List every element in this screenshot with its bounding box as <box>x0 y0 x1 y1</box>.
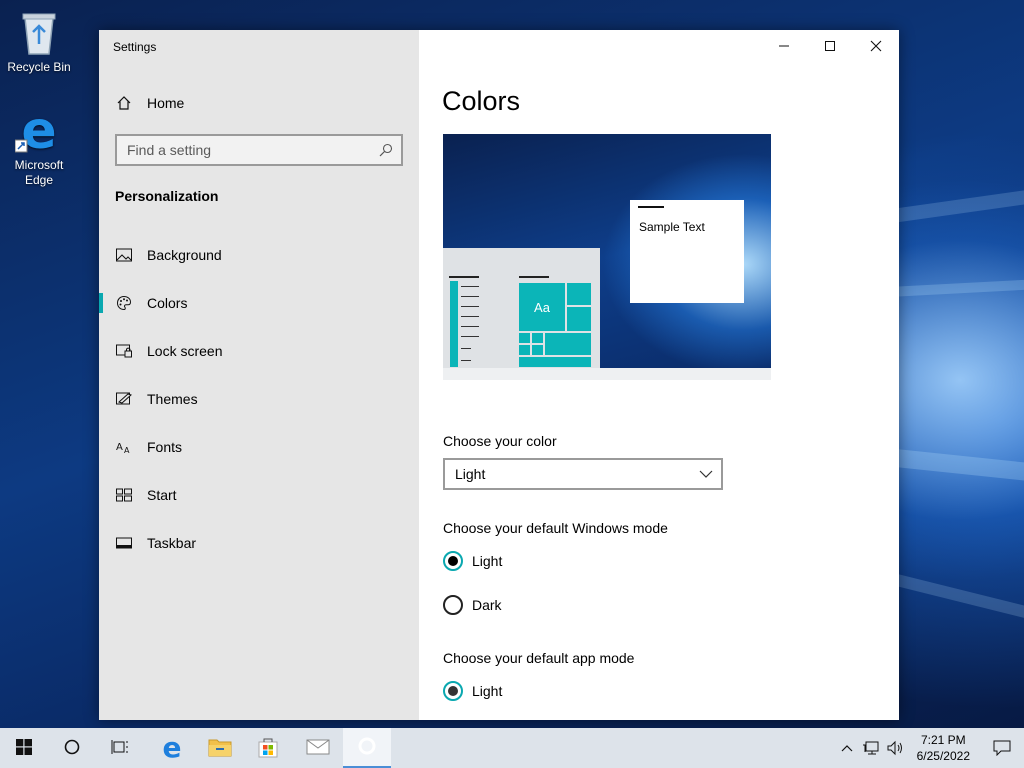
desktop-icon-label: Recycle Bin <box>7 60 71 74</box>
cortana-circle-icon <box>64 739 80 758</box>
nav-item-lock-screen[interactable]: Lock screen <box>99 331 419 371</box>
theme-preview: Aa Sample Text <box>443 134 771 380</box>
clock-time: 7:21 PM <box>920 733 966 747</box>
nav-item-label: Taskbar <box>147 535 197 551</box>
gear-icon <box>357 736 377 759</box>
app-mode-label: Choose your default app mode <box>443 650 635 666</box>
windows-logo-icon <box>16 738 32 758</box>
task-view-icon <box>111 739 129 758</box>
desktop-icon-recycle-bin[interactable]: Recycle Bin <box>1 8 77 75</box>
notification-icon[interactable] <box>980 740 1024 756</box>
task-view-button[interactable] <box>96 728 144 768</box>
taskbar-mail-button[interactable] <box>294 728 342 768</box>
settings-window: Settings Home Find a setting Personaliza… <box>99 30 899 720</box>
svg-text:A: A <box>124 446 130 454</box>
minimize-button[interactable] <box>761 30 807 62</box>
nav-item-start[interactable]: Start <box>99 475 419 515</box>
chevron-up-icon[interactable] <box>835 744 859 752</box>
network-icon[interactable] <box>859 740 883 756</box>
fonts-icon: AA <box>115 438 133 456</box>
taskbar-file-explorer-button[interactable] <box>196 728 244 768</box>
taskbar-edge-button[interactable]: e <box>148 728 196 768</box>
search-input[interactable]: Find a setting <box>115 134 403 166</box>
radio-circle <box>443 681 463 701</box>
palette-icon <box>115 294 133 312</box>
page-title: Colors <box>442 86 521 116</box>
desktop-icon-label: Microsoft Edge <box>14 158 64 187</box>
taskbar-store-button[interactable] <box>244 728 292 768</box>
preview-start-menu: Aa <box>443 248 600 368</box>
nav-item-label: Fonts <box>147 439 183 455</box>
settings-content-pane: Colors Aa Sample Text Choose your color … <box>419 30 899 720</box>
chevron-down-icon <box>691 470 721 478</box>
system-tray: 7:21 PM 6/25/2022 <box>835 728 1024 768</box>
dropdown-value: Light <box>455 466 486 482</box>
lock-screen-icon <box>115 342 133 360</box>
nav-item-label: Lock screen <box>147 343 223 359</box>
start-button[interactable] <box>0 728 48 768</box>
taskbar-settings-button[interactable] <box>343 728 391 768</box>
preview-tile-text: Aa <box>534 299 550 315</box>
nav-item-label: Background <box>147 247 222 263</box>
windows-mode-label: Choose your default Windows mode <box>443 520 668 536</box>
themes-icon <box>115 390 133 408</box>
taskbar-icon <box>115 534 133 552</box>
preview-sample-text: Sample Text <box>639 220 705 234</box>
recycle-bin-icon <box>19 8 59 56</box>
nav-item-label: Themes <box>147 391 198 407</box>
nav-item-label: Start <box>147 487 177 503</box>
nav-item-label: Colors <box>147 295 188 311</box>
maximize-button[interactable] <box>807 30 853 62</box>
windows-mode-light-radio[interactable]: Light <box>443 551 502 571</box>
desktop-icon-microsoft-edge[interactable]: e Microsoft Edge <box>1 101 77 188</box>
clock-date: 6/25/2022 <box>916 749 970 763</box>
mail-icon <box>306 738 330 759</box>
edge-icon: e <box>14 101 63 161</box>
nav-item-fonts[interactable]: AA Fonts <box>99 427 419 467</box>
nav-item-label: Home <box>147 95 185 111</box>
nav-item-themes[interactable]: Themes <box>99 379 419 419</box>
settings-nav-pane: Settings Home Find a setting Personaliza… <box>99 30 419 720</box>
window-title: Settings <box>113 40 157 54</box>
close-button[interactable] <box>853 30 899 62</box>
search-button[interactable] <box>48 728 96 768</box>
radio-label: Light <box>472 553 503 569</box>
svg-text:A: A <box>116 442 123 453</box>
clock[interactable]: 7:21 PM 6/25/2022 <box>917 732 970 764</box>
color-mode-dropdown[interactable]: Light <box>443 458 723 490</box>
volume-icon[interactable] <box>883 740 907 756</box>
radio-label: Dark <box>472 597 502 613</box>
radio-circle <box>443 551 463 571</box>
windows-mode-dark-radio[interactable]: Dark <box>443 595 502 615</box>
nav-item-background[interactable]: Background <box>99 235 419 275</box>
edge-icon: e <box>160 731 184 764</box>
search-icon <box>371 143 401 157</box>
choose-color-label: Choose your color <box>443 433 557 449</box>
preview-sample-window: Sample Text <box>630 200 744 303</box>
home-icon <box>115 94 133 112</box>
start-icon <box>115 486 133 504</box>
taskbar: e 7:21 PM 6/25/2022 <box>0 728 1024 768</box>
section-heading: Personalization <box>115 188 219 204</box>
nav-item-home[interactable]: Home <box>99 83 419 123</box>
nav-item-taskbar[interactable]: Taskbar <box>99 523 419 563</box>
store-bag-icon <box>257 736 279 761</box>
folder-icon <box>208 737 232 760</box>
radio-label: Light <box>472 683 503 699</box>
radio-circle <box>443 595 463 615</box>
search-placeholder: Find a setting <box>127 142 212 158</box>
svg-text:e: e <box>163 735 182 759</box>
picture-icon <box>115 246 133 264</box>
nav-item-colors[interactable]: Colors <box>99 283 419 323</box>
app-mode-light-radio[interactable]: Light <box>443 681 502 701</box>
